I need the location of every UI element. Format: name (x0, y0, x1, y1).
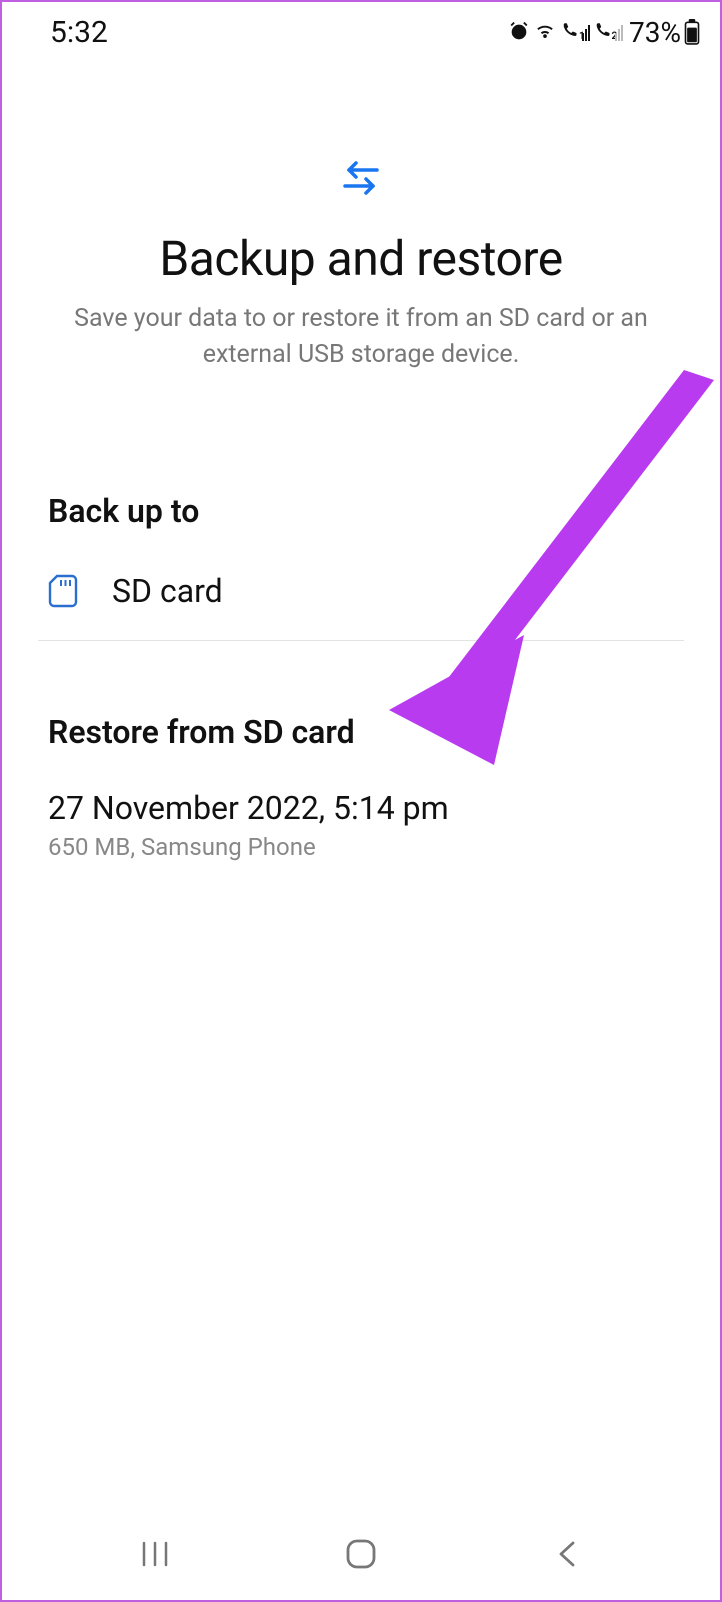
navigation-bar (2, 1508, 720, 1600)
battery-percentage: 73% (629, 16, 681, 49)
backup-section-header: Back up to (48, 398, 674, 558)
backup-target-label: SD card (112, 572, 223, 610)
back-button[interactable] (544, 1531, 590, 1577)
call-sim2-icon: 2 (593, 21, 623, 43)
restore-item-subtitle: 650 MB, Samsung Phone (48, 833, 674, 861)
wifi-icon (533, 21, 557, 43)
restore-section-header: Restore from SD card (48, 641, 674, 785)
restore-item-title: 27 November 2022, 5:14 pm (48, 789, 674, 827)
home-button[interactable] (338, 1531, 384, 1577)
backup-target-item[interactable]: SD card (48, 558, 674, 640)
page-subtitle: Save your data to or restore it from an … (42, 301, 680, 374)
sd-card-icon (48, 574, 78, 608)
restore-item[interactable]: 27 November 2022, 5:14 pm 650 MB, Samsun… (48, 785, 674, 861)
status-bar: 5:32 1 2 73% (2, 2, 720, 56)
transfer-icon (339, 156, 383, 200)
call-sim1-icon: 1 (560, 21, 590, 43)
restore-section: Restore from SD card 27 November 2022, 5… (2, 641, 720, 861)
status-icons: 1 2 73% (508, 16, 700, 49)
battery-icon (684, 19, 700, 45)
status-time: 5:32 (50, 15, 108, 50)
backup-section: Back up to SD card (2, 398, 720, 640)
recents-button[interactable] (132, 1531, 178, 1577)
page-header: Backup and restore Save your data to or … (2, 56, 720, 398)
page-title: Backup and restore (42, 230, 680, 287)
alarm-icon (508, 21, 530, 43)
